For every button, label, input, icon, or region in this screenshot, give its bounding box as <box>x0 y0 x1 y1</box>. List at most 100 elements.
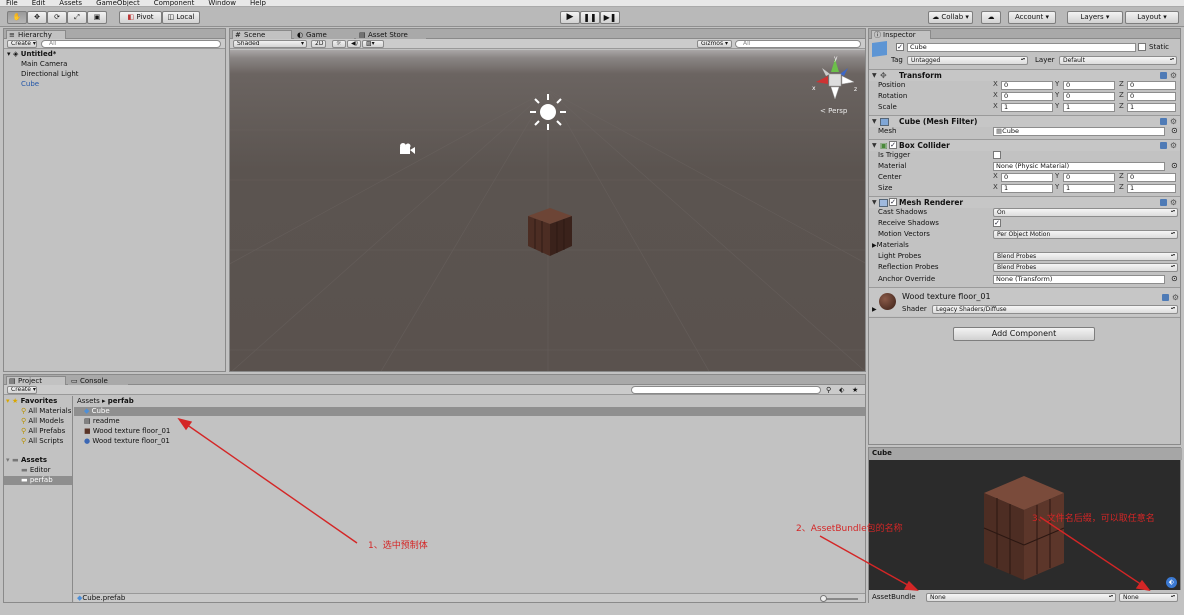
center-x-field[interactable]: 0 <box>1001 173 1053 182</box>
scene-viewport[interactable]: y x z < Persp <box>230 50 865 371</box>
menu-edit[interactable]: Edit <box>32 0 46 6</box>
tab-scene[interactable]: # Scene <box>232 30 292 39</box>
fold-arrow-icon[interactable]: ▶ <box>872 306 877 313</box>
box-collider-enabled-checkbox[interactable]: ✓ <box>889 141 897 149</box>
size-x-label[interactable]: X <box>993 183 998 192</box>
camera-gizmo-icon[interactable] <box>396 143 416 157</box>
collider-material-field[interactable]: None (Physic Material) <box>993 162 1165 171</box>
audio-toggle[interactable]: ◀) <box>347 40 361 48</box>
gear-icon[interactable]: ⚙ <box>1170 72 1177 80</box>
motion-vectors-dropdown[interactable]: Per Object Motion <box>993 230 1178 239</box>
tab-asset-store[interactable]: ▤ Asset Store <box>356 30 426 39</box>
static-checkbox[interactable] <box>1138 43 1146 51</box>
is-trigger-checkbox[interactable] <box>993 151 1001 159</box>
receive-shadows-checkbox[interactable]: ✓ <box>993 219 1001 227</box>
folder-editor[interactable]: ▬ Editor <box>21 466 51 475</box>
favorite-star-icon[interactable]: ★ <box>852 386 858 394</box>
favorite-all-scripts[interactable]: ⚲ All Scripts <box>21 437 63 446</box>
tag-dropdown[interactable]: Untagged <box>907 56 1028 65</box>
size-z-field[interactable]: 1 <box>1127 184 1176 193</box>
favorite-all-models[interactable]: ⚲ All Models <box>21 417 64 426</box>
label-tag-icon[interactable]: ⬖ <box>1166 577 1177 588</box>
shader-dropdown[interactable]: Legacy Shaders/Diffuse <box>932 305 1178 314</box>
hierarchy-item-directional-light[interactable]: Directional Light <box>21 70 79 79</box>
help-book-icon[interactable] <box>1160 72 1167 79</box>
gear-icon[interactable]: ⚙ <box>1172 294 1179 302</box>
scale-y-label[interactable]: Y <box>1055 102 1059 111</box>
size-z-label[interactable]: Z <box>1119 183 1124 192</box>
persp-label[interactable]: < Persp <box>820 107 847 115</box>
help-book-icon[interactable] <box>1160 142 1167 149</box>
object-picker-icon[interactable]: ⊙ <box>1171 274 1178 283</box>
file-item-cube[interactable]: ◆ Cube <box>74 407 865 416</box>
menu-help[interactable]: Help <box>250 0 266 6</box>
lighting-toggle[interactable]: ☼ <box>332 40 346 48</box>
move-tool-button[interactable]: ✥ <box>27 11 47 24</box>
object-picker-icon[interactable]: ⊙ <box>1171 126 1178 135</box>
scene-root[interactable]: ▾ ◈ Untitled* <box>7 50 56 59</box>
breadcrumb-perfab[interactable]: perfab <box>108 397 134 405</box>
hierarchy-search-input[interactable]: All <box>41 40 221 48</box>
rect-tool-button[interactable]: ▣ <box>87 11 107 24</box>
materials-foldout[interactable]: ▶Materials <box>872 240 909 251</box>
position-y-label[interactable]: Y <box>1055 80 1059 89</box>
size-y-label[interactable]: Y <box>1055 183 1059 192</box>
menu-file[interactable]: File <box>6 0 18 6</box>
filter-type-icon[interactable]: ⚲ <box>826 386 831 394</box>
breadcrumb-assets[interactable]: Assets <box>77 397 100 405</box>
menu-assets[interactable]: Assets <box>59 0 82 6</box>
pivot-toggle[interactable]: ◧ Pivot <box>119 11 162 24</box>
scale-x-field[interactable]: 1 <box>1001 103 1053 112</box>
reflection-probes-dropdown[interactable]: Blend Probes <box>993 263 1178 272</box>
menu-window[interactable]: Window <box>208 0 236 6</box>
file-item-material[interactable]: ● Wood texture floor_01 <box>84 437 170 446</box>
cast-shadows-dropdown[interactable]: On <box>993 208 1178 217</box>
active-checkbox[interactable]: ✓ <box>896 43 904 51</box>
layout-dropdown[interactable]: Layout ▾ <box>1125 11 1179 24</box>
box-collider-header[interactable]: ▼ ▣ ✓ Box Collider ⚙ <box>869 139 1180 151</box>
position-z-label[interactable]: Z <box>1119 80 1124 89</box>
center-z-field[interactable]: 0 <box>1127 173 1176 182</box>
menu-component[interactable]: Component <box>154 0 195 6</box>
layers-dropdown[interactable]: Layers ▾ <box>1067 11 1123 24</box>
gear-icon[interactable]: ⚙ <box>1170 142 1177 150</box>
slider-thumb[interactable] <box>820 595 827 602</box>
hierarchy-create-button[interactable]: Create ▾ <box>7 40 37 48</box>
help-book-icon[interactable] <box>1160 199 1167 206</box>
rotation-z-field[interactable]: 0 <box>1127 92 1176 101</box>
object-picker-icon[interactable]: ⊙ <box>1171 161 1178 170</box>
scale-tool-button[interactable]: ⤢ <box>67 11 87 24</box>
tab-hierarchy[interactable]: ≡ Hierarchy <box>6 30 66 39</box>
pause-button[interactable]: ❚❚ <box>580 11 600 24</box>
directional-light-icon[interactable] <box>528 92 568 132</box>
center-x-label[interactable]: X <box>993 172 998 181</box>
filter-label-icon[interactable]: ⬖ <box>839 386 844 394</box>
object-name-field[interactable]: Cube <box>907 43 1136 52</box>
anchor-override-field[interactable]: None (Transform) <box>993 275 1165 284</box>
assetbundle-name-dropdown[interactable]: None <box>926 593 1116 602</box>
scale-x-label[interactable]: X <box>993 102 998 111</box>
rotation-y-field[interactable]: 0 <box>1063 92 1115 101</box>
mesh-filter-header[interactable]: ▼ Cube (Mesh Filter) ⚙ <box>869 115 1180 127</box>
rotation-z-label[interactable]: Z <box>1119 91 1124 100</box>
position-x-label[interactable]: X <box>993 80 998 89</box>
play-button[interactable]: ▶ <box>560 11 580 24</box>
size-y-field[interactable]: 1 <box>1063 184 1115 193</box>
mesh-renderer-enabled-checkbox[interactable]: ✓ <box>889 198 897 206</box>
favorite-all-prefabs[interactable]: ⚲ All Prefabs <box>21 427 65 436</box>
toggle-2d-button[interactable]: 2D <box>311 40 326 48</box>
gizmos-dropdown[interactable]: Gizmos ▾ <box>697 40 732 48</box>
tab-inspector[interactable]: ⓘ Inspector <box>871 30 931 39</box>
collab-dropdown[interactable]: ☁ Collab ▾ <box>928 11 973 24</box>
center-y-field[interactable]: 0 <box>1063 173 1115 182</box>
scale-z-label[interactable]: Z <box>1119 102 1124 111</box>
light-probes-dropdown[interactable]: Blend Probes <box>993 252 1178 261</box>
file-item-readme[interactable]: ▤ readme <box>84 417 120 426</box>
assets-folder[interactable]: ▾ ▬ Assets <box>6 456 47 465</box>
tab-console[interactable]: ▭ Console <box>68 376 128 385</box>
hand-tool-button[interactable]: ✋ <box>7 11 27 24</box>
favorite-all-materials[interactable]: ⚲ All Materials <box>21 407 71 416</box>
tab-game[interactable]: ◐ Game <box>294 30 354 39</box>
project-create-button[interactable]: Create ▾ <box>7 386 37 394</box>
scale-z-field[interactable]: 1 <box>1127 103 1176 112</box>
